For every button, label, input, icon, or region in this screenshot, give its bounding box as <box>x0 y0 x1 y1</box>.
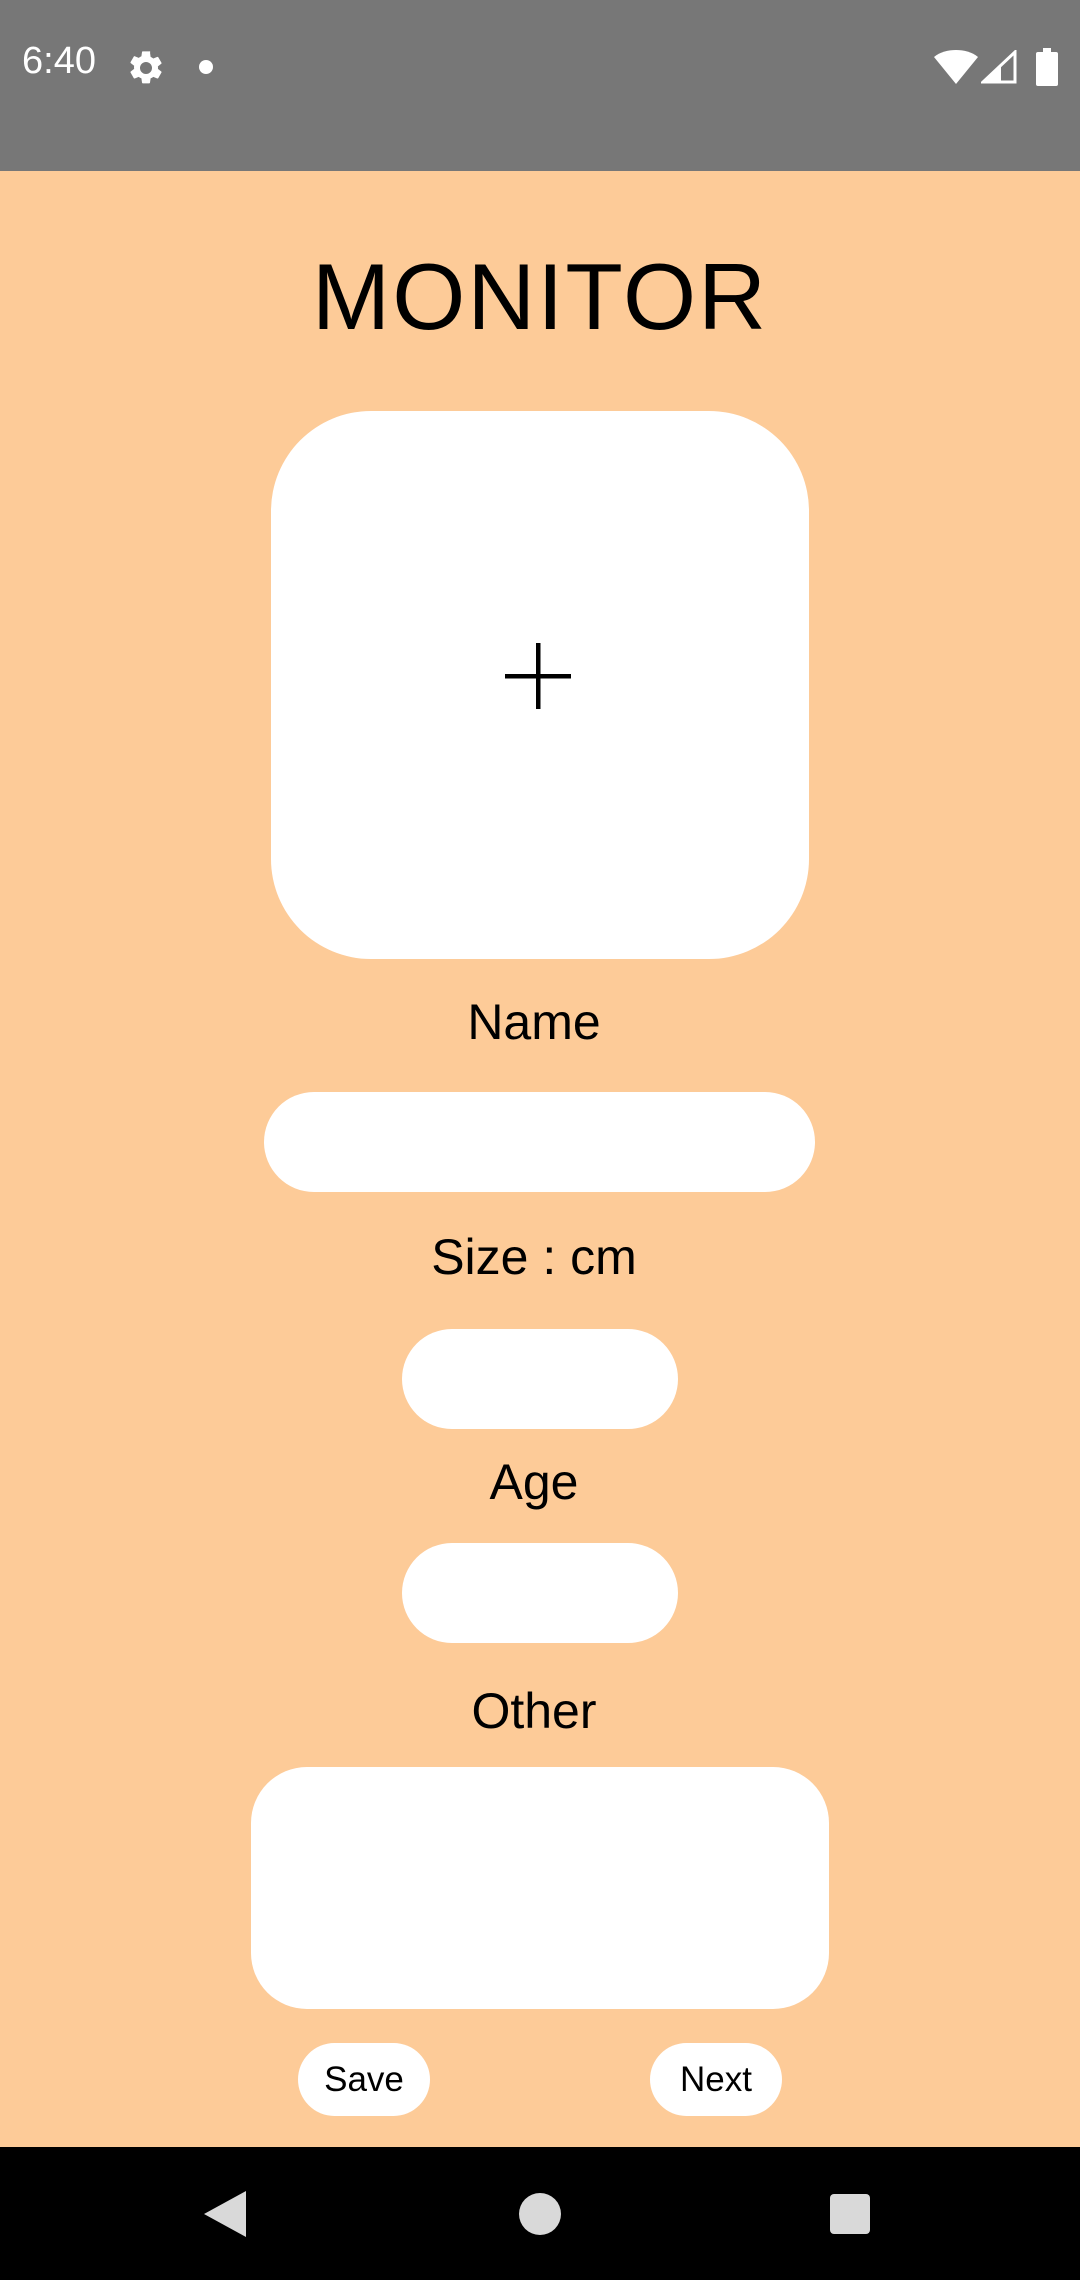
age-label: Age <box>489 1454 579 1510</box>
wifi-icon <box>934 50 978 84</box>
name-input[interactable] <box>264 1092 815 1192</box>
signal-icon <box>981 50 1017 84</box>
next-button[interactable]: Next <box>650 2043 782 2116</box>
status-time: 6:40 <box>22 40 96 82</box>
battery-icon <box>1036 48 1058 86</box>
size-input[interactable] <box>402 1329 678 1429</box>
status-bar: 6:40 <box>0 0 1080 171</box>
age-input[interactable] <box>402 1543 678 1643</box>
size-label: Size : cm <box>431 1229 637 1285</box>
page-title: MONITOR <box>311 244 769 349</box>
back-icon[interactable] <box>204 2191 246 2237</box>
other-textarea[interactable] <box>251 1767 829 2009</box>
home-icon[interactable] <box>519 2193 561 2235</box>
plus-icon[interactable] <box>505 643 571 709</box>
name-label: Name <box>467 994 601 1050</box>
save-button[interactable]: Save <box>298 2043 430 2116</box>
gear-icon <box>130 51 162 84</box>
other-label: Other <box>471 1683 597 1739</box>
notification-dot-icon <box>199 60 213 74</box>
recents-icon[interactable] <box>830 2194 870 2234</box>
